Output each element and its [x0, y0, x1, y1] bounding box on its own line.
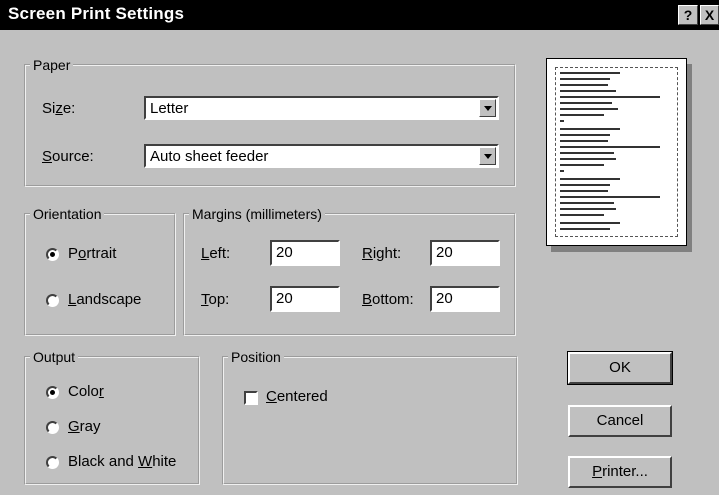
- gray-label[interactable]: Gray: [68, 418, 101, 435]
- window-title: Screen Print Settings: [8, 4, 185, 23]
- output-group-label: Output: [33, 349, 76, 365]
- position-group-label: Position: [231, 349, 281, 365]
- source-value: Auto sheet feeder: [150, 148, 269, 165]
- size-label: Size:: [42, 100, 76, 117]
- position-group: Position: [222, 349, 518, 485]
- preview-printable-area: [555, 67, 678, 237]
- source-dropdown[interactable]: Auto sheet feeder: [144, 144, 499, 168]
- page-preview: [546, 58, 687, 246]
- top-margin-label: Top:: [201, 291, 230, 308]
- size-value: Letter: [150, 100, 189, 117]
- printer-button[interactable]: Printer...: [568, 456, 672, 488]
- chevron-down-icon[interactable]: [479, 99, 496, 117]
- black-and-white-label[interactable]: Black and White: [68, 453, 176, 470]
- close-button[interactable]: X: [700, 5, 719, 25]
- centered-label[interactable]: Centered: [266, 388, 328, 405]
- right-margin-input[interactable]: 20: [430, 240, 500, 266]
- bottom-margin-input[interactable]: 20: [430, 286, 500, 312]
- top-margin-input[interactable]: 20: [270, 286, 340, 312]
- color-radio[interactable]: [46, 386, 59, 399]
- ok-button[interactable]: OK: [567, 351, 673, 385]
- margins-group-label: Margins (millimeters): [192, 206, 322, 222]
- margins-group: Margins (millimeters): [183, 206, 516, 336]
- color-label[interactable]: Color: [68, 383, 104, 400]
- chevron-down-icon[interactable]: [479, 147, 496, 165]
- black-and-white-radio[interactable]: [46, 456, 59, 469]
- paper-group-label: Paper: [33, 57, 71, 73]
- right-margin-label: Right:: [362, 245, 402, 262]
- bottom-margin-label: Bottom:: [362, 291, 414, 308]
- help-button[interactable]: ?: [678, 5, 698, 25]
- source-label: Source:: [42, 148, 94, 165]
- orientation-group: Orientation: [24, 206, 176, 336]
- landscape-radio[interactable]: [46, 294, 59, 307]
- landscape-label[interactable]: Landscape: [68, 291, 141, 308]
- portrait-radio[interactable]: [46, 248, 59, 261]
- portrait-label[interactable]: Portrait: [68, 245, 116, 262]
- title-bar: Screen Print Settings ? X: [0, 0, 719, 30]
- gray-radio[interactable]: [46, 421, 59, 434]
- left-margin-label: Left:: [201, 245, 231, 262]
- orientation-group-label: Orientation: [33, 206, 102, 222]
- left-margin-input[interactable]: 20: [270, 240, 340, 266]
- cancel-button[interactable]: Cancel: [568, 405, 672, 437]
- centered-checkbox[interactable]: [244, 391, 258, 405]
- size-dropdown[interactable]: Letter: [144, 96, 499, 120]
